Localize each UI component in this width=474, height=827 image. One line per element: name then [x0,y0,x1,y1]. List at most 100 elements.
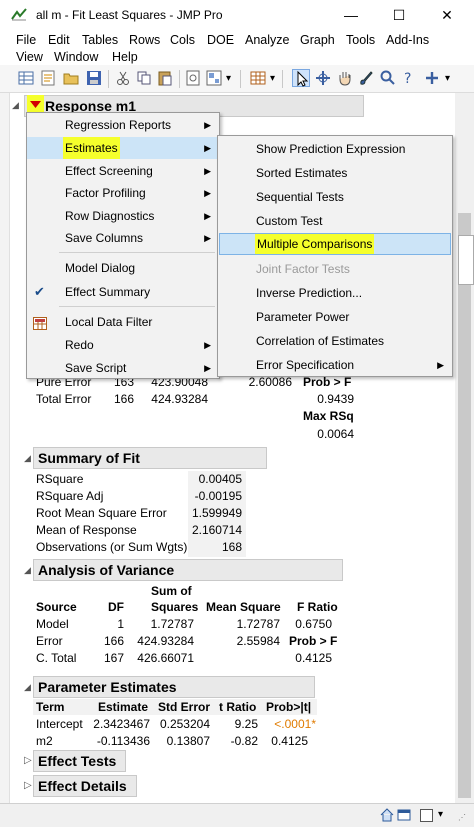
toolbar-dropdown-icon[interactable]: ▾ [270,73,275,84]
menu-parameter-power[interactable]: Parameter Power [218,306,452,328]
anova-title: Analysis of Variance [38,562,175,578]
parameter-estimates-header[interactable]: Parameter Estimates [33,676,315,698]
help-pointer-icon[interactable]: ? [401,69,419,87]
toolbar-dropdown-icon[interactable]: ▾ [226,73,231,84]
anova-model-df: 1 [117,617,124,631]
effect-tests-header[interactable]: Effect Tests [33,750,126,772]
disclosure-triangle-icon[interactable]: ◢ [24,682,31,693]
rsquare-adj-value: -0.00195 [194,489,242,503]
journal-icon[interactable] [184,69,202,87]
disclosure-triangle-icon[interactable]: ◢ [12,100,19,111]
copy-icon[interactable] [135,69,153,87]
anova-prob-f-label: Prob > F [289,634,338,648]
brush-icon[interactable] [357,69,375,87]
menu-model-dialog[interactable]: Model Dialog [27,257,219,279]
menu-regression-reports[interactable]: Regression Reports ▶ [27,114,219,136]
menu-error-specification[interactable]: Error Specification ▶ [218,354,452,376]
pe-intercept-t: 9.25 [234,717,258,731]
pe-intercept-stderr: 0.253204 [159,717,210,731]
submenu-arrow-icon: ▶ [204,188,211,198]
magnifier-icon[interactable] [379,69,397,87]
submenu-arrow-icon: ▶ [204,120,211,130]
menu-factor-profiling[interactable]: Factor Profiling ▶ [27,182,219,204]
window-list-icon[interactable] [397,808,411,822]
close-button[interactable]: ✕ [432,5,462,25]
menu-file[interactable]: File [16,33,36,47]
menu-window[interactable]: Window [54,50,98,64]
pe-m2-p: 0.4125 [271,734,308,748]
summary-of-fit-header[interactable]: Summary of Fit [33,447,267,469]
home-icon[interactable] [380,808,394,822]
dropdown-arrow-icon[interactable]: ▾ [438,809,443,820]
title-bar: all m - Fit Least Squares - JMP Pro — ☐ … [0,0,474,31]
paste-icon[interactable] [156,69,174,87]
maximize-button[interactable]: ☐ [384,5,414,25]
disclosure-triangle-icon[interactable]: ◢ [24,565,31,576]
effect-tests-title: Effect Tests [38,753,117,769]
menu-help[interactable]: Help [112,50,138,64]
menu-view[interactable]: View [16,50,43,64]
toolbar-dropdown-icon[interactable]: ▾ [445,73,450,84]
layout-icon[interactable] [205,69,223,87]
menu-tools[interactable]: Tools [346,33,375,47]
menu-sequential-tests[interactable]: Sequential Tests [218,186,452,208]
menu-add-ins[interactable]: Add-Ins [386,33,429,47]
menu-save-columns[interactable]: Save Columns ▶ [27,227,219,249]
menu-analyze[interactable]: Analyze [245,33,289,47]
svg-text:?: ? [404,71,411,87]
menu-show-prediction-expression[interactable]: Show Prediction Expression [218,138,452,160]
anova-header[interactable]: Analysis of Variance [33,559,343,581]
collapsed-triangle-icon[interactable]: ▷ [24,755,32,766]
pe-stderr-header: Std Error [158,700,211,714]
menu-redo[interactable]: Redo ▶ [27,334,219,356]
pe-p-header: Prob>|t| [266,700,312,714]
menu-multiple-comparisons[interactable]: Multiple Comparisons [219,233,451,255]
red-triangle-menu-icon[interactable] [27,95,44,112]
disclosure-triangle-icon[interactable]: ◢ [24,453,31,464]
hand-grabber-icon[interactable] [336,69,354,87]
plus-icon[interactable] [423,69,441,87]
arrow-pointer-icon[interactable] [292,69,310,87]
menu-graph[interactable]: Graph [300,33,335,47]
vertical-scrollbar[interactable] [455,93,474,803]
cut-icon[interactable] [114,69,132,87]
menu-local-data-filter[interactable]: Local Data Filter [27,311,219,333]
menu-sorted-estimates[interactable]: Sorted Estimates [218,162,452,184]
new-script-icon[interactable] [39,69,57,87]
menu-doe[interactable]: DOE [207,33,234,47]
menu-rows[interactable]: Rows [129,33,160,47]
anova-ctotal-ss: 426.66071 [137,651,194,665]
checkbox-icon[interactable] [420,809,433,822]
collapsed-triangle-icon[interactable]: ▷ [24,780,32,791]
menu-row-diagnostics[interactable]: Row Diagnostics ▶ [27,205,219,227]
estimates-submenu: Show Prediction Expression Sorted Estima… [217,135,453,377]
minimize-button[interactable]: — [336,5,366,25]
anova-model-ms: 1.72787 [236,617,280,631]
menu-inverse-prediction[interactable]: Inverse Prediction... [218,282,452,304]
menu-save-script[interactable]: Save Script ▶ [27,357,219,379]
open-folder-icon[interactable] [62,69,80,87]
new-table-icon[interactable] [17,69,35,87]
scrollbar-thumb[interactable] [458,213,471,798]
rmse-value: 1.599949 [191,506,242,520]
menu-cols[interactable]: Cols [170,33,195,47]
save-icon[interactable] [85,69,103,87]
anova-ss-header-top: Sum of [151,584,192,598]
checkmark-icon: ✔ [34,284,45,299]
menu-tables[interactable]: Tables [82,33,118,47]
menu-effect-screening[interactable]: Effect Screening ▶ [27,160,219,182]
effect-details-title: Effect Details [38,778,127,794]
resize-grip-icon[interactable]: ⋰ [458,813,466,822]
toolbar-separator [108,70,109,88]
crosshair-icon[interactable] [314,69,332,87]
anova-error-source: Error [36,634,63,648]
effect-details-header[interactable]: Effect Details [33,775,137,797]
menu-correlation-of-estimates[interactable]: Correlation of Estimates [218,330,452,352]
menu-bar: File Edit Tables Rows Cols DOE Analyze G… [0,31,474,65]
submenu-arrow-icon: ▶ [204,143,211,153]
menu-estimates[interactable]: Estimates ▶ [27,137,219,159]
menu-effect-summary[interactable]: ✔ Effect Summary [27,281,219,303]
menu-edit[interactable]: Edit [48,33,70,47]
data-grid-icon[interactable] [249,69,267,87]
menu-custom-test[interactable]: Custom Test [218,210,452,232]
